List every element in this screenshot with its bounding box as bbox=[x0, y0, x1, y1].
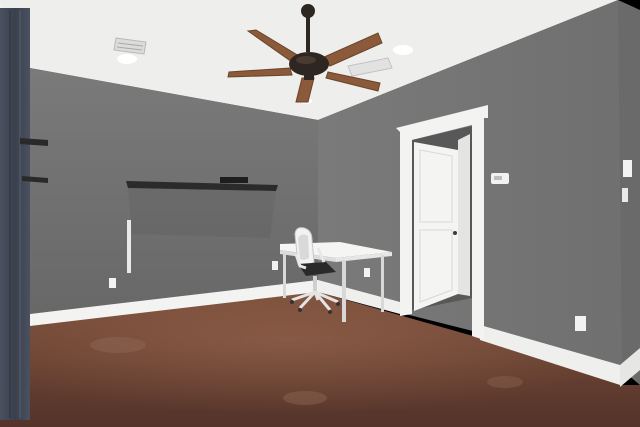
outlet bbox=[272, 261, 278, 270]
floor-stain bbox=[283, 391, 327, 405]
chair-wheel bbox=[290, 300, 294, 304]
recessed-light bbox=[393, 45, 413, 55]
floating-shelf-shadow bbox=[128, 188, 276, 238]
outlet bbox=[364, 268, 370, 277]
curtain bbox=[0, 8, 30, 420]
light-switch bbox=[623, 160, 632, 177]
outlet bbox=[575, 316, 586, 331]
fan-motor-highlight bbox=[296, 56, 316, 64]
desk-leg bbox=[342, 260, 346, 322]
chair-wheel bbox=[336, 302, 340, 306]
door-jamb-far bbox=[458, 134, 470, 296]
thermostat-screen bbox=[494, 176, 502, 180]
floor-stain bbox=[90, 337, 146, 353]
room-photo bbox=[0, 0, 640, 427]
desk-leg bbox=[381, 255, 384, 312]
room-scene bbox=[0, 0, 640, 427]
recessed-light bbox=[117, 54, 137, 64]
door-knob bbox=[453, 231, 457, 235]
floor-stain bbox=[487, 376, 523, 388]
fan-downrod bbox=[306, 14, 310, 52]
chair-wheel bbox=[328, 310, 332, 314]
chair-post bbox=[313, 276, 317, 292]
outlet bbox=[109, 278, 116, 288]
shelf-device bbox=[220, 177, 248, 183]
chair-wheel bbox=[298, 308, 302, 312]
fan-motor bbox=[289, 52, 329, 76]
desk-leg bbox=[283, 252, 286, 298]
door bbox=[414, 142, 458, 311]
wall-bar bbox=[127, 220, 131, 273]
fan-light-kit bbox=[304, 74, 314, 80]
light-switch bbox=[622, 188, 628, 202]
